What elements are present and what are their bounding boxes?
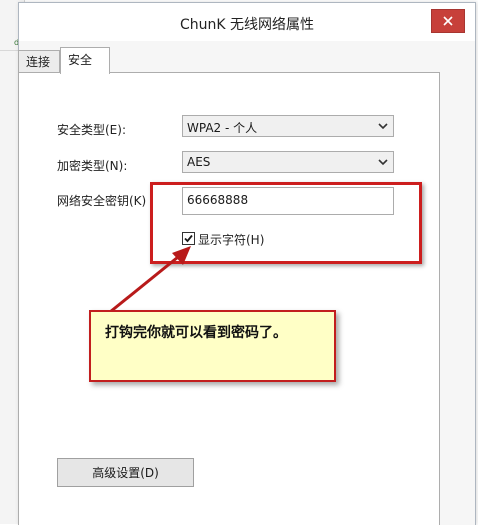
chevron-down-icon bbox=[378, 159, 388, 166]
highlight-box bbox=[150, 182, 422, 264]
encryption-type-value: AES bbox=[187, 155, 211, 169]
advanced-settings-button[interactable]: 高级设置(D) bbox=[57, 458, 194, 487]
title-bar[interactable]: ChunK 无线网络属性 bbox=[19, 3, 475, 41]
tab-strip: 连接 安全 bbox=[18, 47, 438, 74]
annotation-callout-text: 打钩完你就可以看到密码了。 bbox=[105, 325, 287, 341]
encryption-type-select[interactable]: AES bbox=[182, 151, 394, 173]
security-type-select[interactable]: WPA2 - 个人 bbox=[182, 115, 394, 137]
chevron-down-icon bbox=[378, 123, 388, 130]
security-type-value: WPA2 - 个人 bbox=[187, 121, 258, 135]
network-key-label: 网络安全密钥(K) bbox=[57, 194, 147, 208]
tab-connection[interactable]: 连接 bbox=[18, 50, 60, 73]
annotation-callout: 打钩完你就可以看到密码了。 bbox=[89, 310, 336, 382]
window-title: ChunK 无线网络属性 bbox=[179, 17, 315, 33]
close-button[interactable] bbox=[431, 9, 465, 33]
close-icon bbox=[443, 16, 453, 26]
security-type-label: 安全类型(E): bbox=[57, 123, 126, 137]
encryption-type-label: 加密类型(N): bbox=[57, 159, 128, 173]
tab-security[interactable]: 安全 bbox=[60, 47, 110, 74]
